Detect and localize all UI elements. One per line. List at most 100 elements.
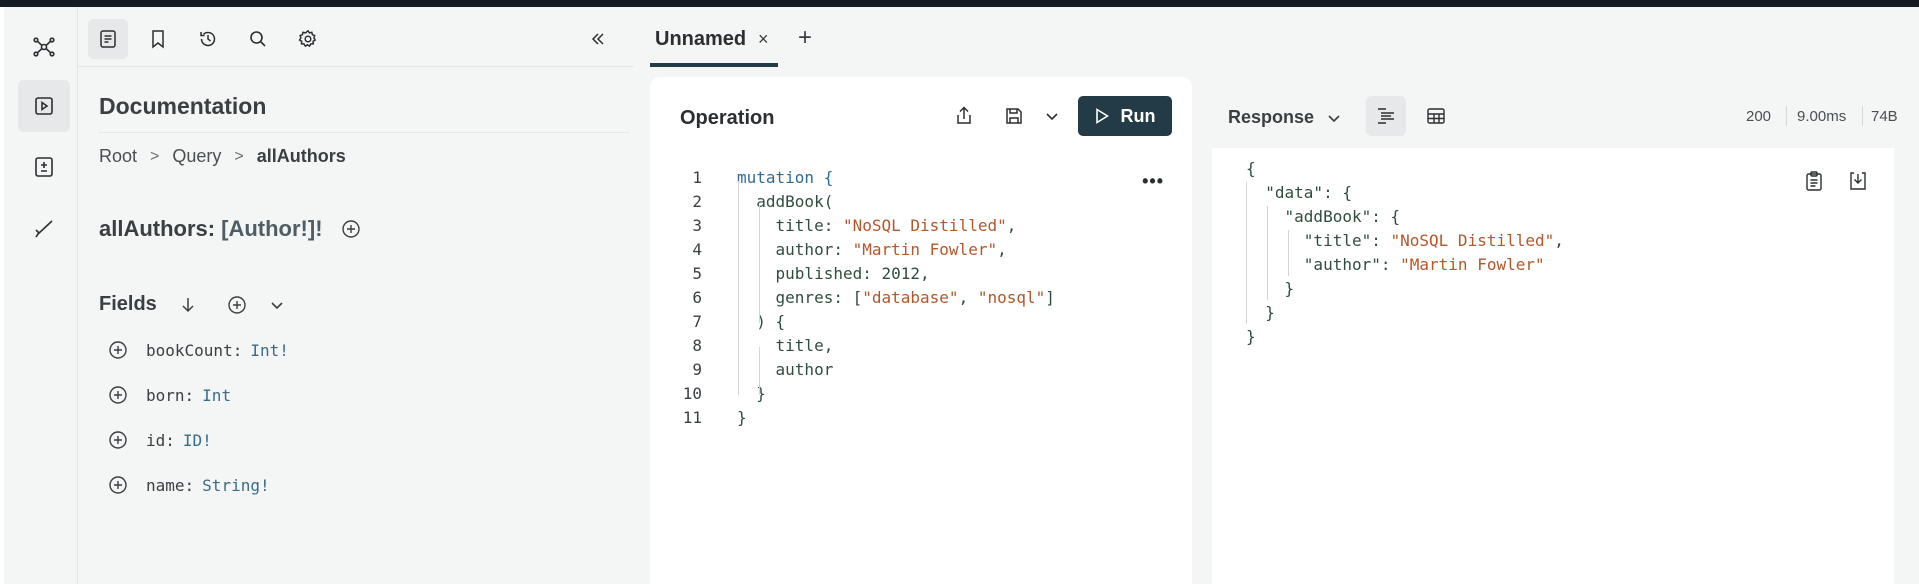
field-name: allAuthors: [99, 216, 216, 241]
chevron-right-icon: > [234, 147, 244, 165]
code-line: title: "NoSQL Distilled", [737, 216, 1017, 235]
close-icon[interactable]: × [758, 29, 769, 50]
response-time: 9.00ms [1797, 108, 1847, 125]
indent-guide [759, 347, 760, 395]
response-toolbar [1792, 166, 1880, 196]
add-field-icon[interactable] [108, 340, 128, 360]
line-number: 7 [692, 312, 702, 331]
chevron-right-icon: > [150, 147, 160, 165]
response-header: Response 200 9.00ms 74B [1212, 96, 1902, 136]
code-line: genres: ["database", "nosql"] [737, 288, 1055, 307]
plus-minus-icon [32, 155, 56, 179]
query-editor-button[interactable] [18, 80, 70, 132]
download-button[interactable] [1836, 166, 1880, 196]
code-token: , [997, 240, 1007, 259]
breadcrumb-root[interactable]: Root [99, 146, 137, 167]
validate-button[interactable] [18, 203, 70, 255]
document-icon [98, 29, 118, 49]
add-tab-button[interactable]: + [798, 24, 812, 52]
history-icon [198, 29, 218, 49]
share-button[interactable] [944, 96, 984, 136]
schema-graph-button[interactable] [18, 21, 70, 73]
field-item-type[interactable]: String! [202, 476, 269, 495]
indent-guide [759, 205, 760, 323]
sort-down-icon[interactable] [179, 296, 197, 314]
line-number: 4 [692, 240, 702, 259]
history-button[interactable] [188, 19, 228, 59]
field-item-type[interactable]: ID! [183, 431, 212, 450]
code-line: addBook( [737, 192, 833, 211]
string-token: "NoSQL Distilled" [842, 216, 1007, 235]
more-options-button[interactable]: ••• [1142, 171, 1164, 192]
string-token: "nosql" [977, 288, 1046, 307]
string-token: "NoSQL Distilled" [1390, 231, 1555, 250]
add-field-icon[interactable] [108, 430, 128, 450]
keyword-token: mutation [737, 168, 815, 187]
table-icon [1426, 106, 1446, 126]
run-button[interactable]: Run [1078, 96, 1172, 136]
collapse-panel-button[interactable] [578, 19, 618, 59]
field-item-name-field[interactable]: name: String! [108, 475, 270, 495]
string-token: "database" [862, 288, 959, 307]
field-item-born[interactable]: born: Int [108, 385, 231, 405]
field-item-name: born: [146, 385, 195, 405]
keyword-token: { [814, 168, 834, 187]
breadcrumb-current: allAuthors [256, 146, 346, 166]
meta-divider [1786, 106, 1787, 126]
line-number: 8 [692, 336, 702, 355]
code-token: author [737, 360, 834, 379]
code-token: , [1006, 216, 1017, 235]
save-button[interactable] [994, 96, 1034, 136]
response-label: Response [1228, 107, 1315, 127]
add-all-fields-icon[interactable] [227, 295, 247, 315]
schema-graph-icon [32, 35, 56, 59]
field-item-type[interactable]: Int [202, 386, 231, 405]
field-item-bookcount[interactable]: bookCount: Int! [108, 340, 289, 360]
table-view-button[interactable] [1416, 96, 1456, 136]
bookmark-button[interactable] [138, 19, 178, 59]
code-line: } [737, 384, 766, 403]
docs-button[interactable] [88, 19, 128, 59]
breadcrumb-query[interactable]: Query [172, 146, 221, 167]
search-icon [248, 29, 268, 49]
code-token: } [737, 384, 766, 403]
chevron-down-icon [1326, 110, 1342, 126]
save-options-button[interactable] [1038, 96, 1066, 136]
share-icon [954, 106, 974, 126]
indent-guide [738, 181, 739, 395]
add-field-icon[interactable] [341, 219, 361, 239]
line-number: 3 [692, 216, 702, 235]
field-item-id[interactable]: id: ID! [108, 430, 212, 450]
copy-button[interactable] [1792, 166, 1836, 196]
search-button[interactable] [238, 19, 278, 59]
code-line: } [1246, 327, 1256, 346]
line-number: 9 [692, 360, 702, 379]
code-line: mutation { [737, 168, 833, 187]
documentation-panel: Documentation Root > Query > allAuthors … [78, 7, 634, 584]
code-line: } [737, 408, 747, 427]
chevron-down-icon[interactable] [269, 297, 285, 313]
diff-button[interactable] [18, 141, 70, 193]
response-view-select[interactable]: Response [1228, 107, 1342, 128]
add-field-icon[interactable] [108, 475, 128, 495]
settings-button[interactable] [288, 19, 328, 59]
breadcrumb: Root > Query > allAuthors [99, 146, 346, 167]
code-token: , [920, 264, 930, 283]
code-line: "title": "NoSQL Distilled", [1246, 231, 1564, 250]
text-view-button[interactable] [1366, 96, 1406, 136]
code-line: ) { [737, 312, 785, 331]
active-tab-indicator [650, 63, 778, 67]
indent-guide [1267, 206, 1268, 300]
tab-unnamed[interactable]: Unnamed × [650, 7, 778, 67]
line-number: 11 [682, 408, 702, 427]
code-line: author [737, 360, 834, 379]
code-token: title, [737, 336, 834, 355]
code-token: 2012 [881, 264, 921, 283]
code-line: title, [737, 336, 834, 355]
window-top-bar [0, 0, 1919, 7]
field-type[interactable]: [Author!]! [221, 216, 322, 242]
field-item-type[interactable]: Int! [250, 341, 289, 360]
query-editor[interactable]: 1 mutation {2 addBook(3 title: "NoSQL Dis… [650, 157, 1192, 497]
add-field-icon[interactable] [108, 385, 128, 405]
operation-panel: Operation Run 1 mutation {2 addBook(3 tit… [650, 77, 1192, 584]
